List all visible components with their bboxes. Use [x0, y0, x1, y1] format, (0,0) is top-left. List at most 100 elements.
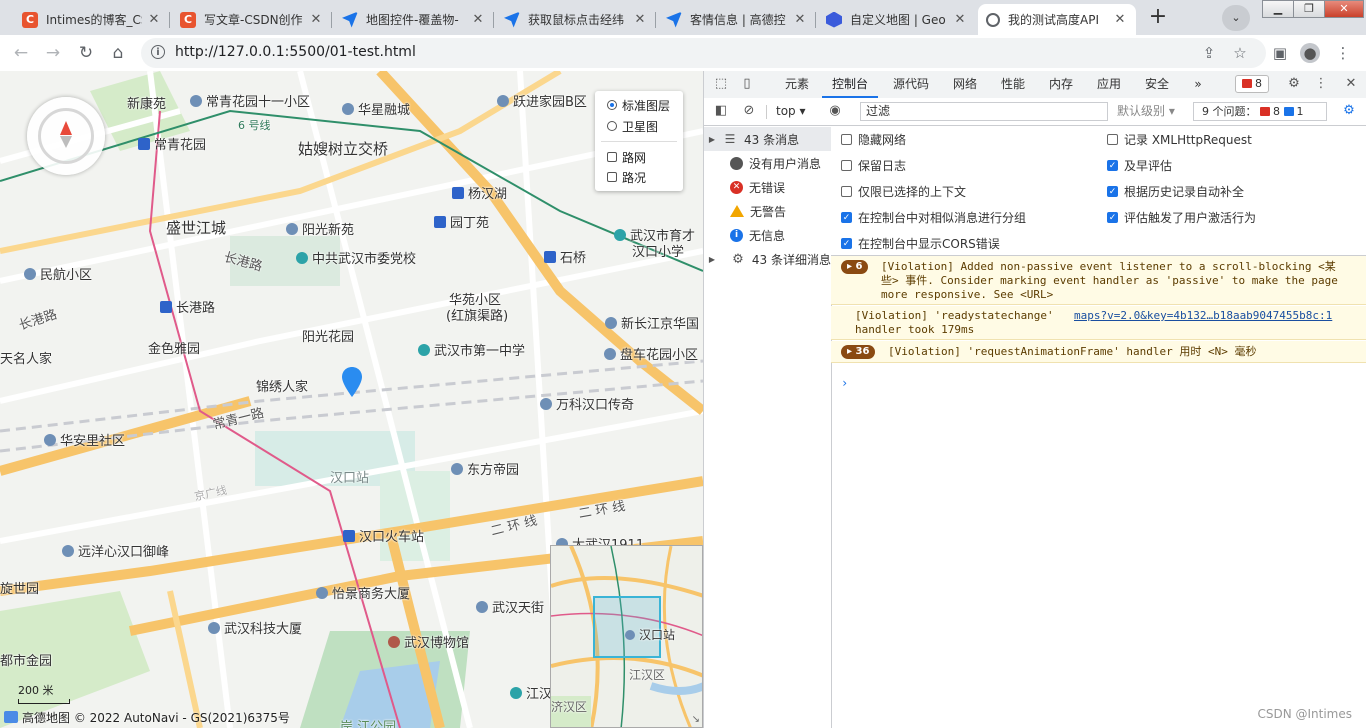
settings-gear-icon[interactable]: ⚙ — [1285, 75, 1303, 93]
checkbox-checked-icon[interactable]: ✓ — [1107, 160, 1118, 171]
sidebar-item-info[interactable]: i 无信息 — [704, 223, 831, 247]
tab-search-button[interactable]: ⌄ — [1222, 5, 1250, 31]
standard-layer-radio[interactable]: 标准图层 — [607, 96, 670, 114]
more-tabs-button[interactable]: » — [1188, 71, 1208, 98]
close-tab-icon[interactable]: ✕ — [792, 12, 808, 27]
device-toolbar-icon[interactable]: ▯ — [738, 75, 756, 93]
inspect-element-icon[interactable]: ⬚ — [712, 75, 730, 93]
devtools-tab-network[interactable]: 网络 — [942, 71, 988, 98]
autocomplete-history-checkbox[interactable]: ✓ 根据历史记录自动补全 — [1107, 183, 1244, 200]
home-icon[interactable]: ⌂ — [106, 41, 130, 65]
devtools-tab-console[interactable]: 控制台 — [822, 71, 878, 98]
radio-icon[interactable] — [607, 100, 617, 110]
browser-tab[interactable]: 地图控件-覆盖物- ✕ — [334, 4, 494, 35]
traffic-checkbox[interactable]: 路况 — [607, 168, 646, 186]
log-levels-dropdown[interactable]: 默认级别 ▾ — [1117, 102, 1175, 121]
close-tab-icon[interactable]: ✕ — [308, 12, 324, 27]
sidebar-item-user-messages[interactable]: 没有用户消息 — [704, 151, 831, 175]
hide-network-checkbox[interactable]: 隐藏网络 — [841, 131, 906, 148]
back-icon[interactable]: ← — [9, 41, 33, 65]
checkbox-icon[interactable] — [841, 186, 852, 197]
map-marker-icon[interactable] — [342, 367, 362, 397]
devtools-tab-elements[interactable]: 元素 — [774, 71, 820, 98]
selected-context-checkbox[interactable]: 仅限已选择的上下文 — [841, 183, 966, 200]
toggle-sidebar-icon[interactable]: ◧ — [712, 102, 730, 120]
console-settings-icon[interactable]: ⚙ — [1340, 102, 1358, 120]
console-message-warning[interactable]: ▸ 36 [Violation] 'requestAnimationFrame'… — [831, 341, 1366, 363]
checkbox-checked-icon[interactable]: ✓ — [1107, 186, 1118, 197]
console-message-warning[interactable]: [Violation] 'readystatechange' maps?v=2.… — [831, 306, 1366, 340]
checkbox-icon[interactable] — [841, 160, 852, 171]
close-tab-icon[interactable]: ✕ — [146, 12, 162, 27]
eval-user-activation-checkbox[interactable]: ✓ 评估触发了用户激活行为 — [1107, 209, 1256, 226]
resize-handle-icon[interactable]: ↘ — [692, 714, 700, 725]
devtools-tab-memory[interactable]: 内存 — [1038, 71, 1084, 98]
group-similar-checkbox[interactable]: ✓ 在控制台中对相似消息进行分组 — [841, 209, 1026, 226]
browser-tab[interactable]: C Intimes的博客_CS ✕ — [14, 4, 170, 35]
browser-menu-icon[interactable]: ⋮ — [1333, 43, 1353, 63]
preserve-log-checkbox[interactable]: 保留日志 — [841, 157, 906, 174]
devtools-tab-application[interactable]: 应用 — [1086, 71, 1132, 98]
browser-tab[interactable]: C 写文章-CSDN创作 ✕ — [172, 4, 332, 35]
forward-icon[interactable]: → — [41, 41, 65, 65]
radio-icon[interactable] — [607, 121, 617, 131]
reload-icon[interactable]: ↻ — [74, 41, 98, 65]
roadnet-checkbox[interactable]: 路网 — [607, 148, 646, 166]
close-tab-icon[interactable]: ✕ — [470, 12, 486, 27]
checkbox-icon[interactable] — [607, 172, 617, 182]
log-xhr-checkbox[interactable]: 记录 XMLHttpRequest — [1107, 131, 1252, 148]
satellite-layer-radio[interactable]: 卫星图 — [607, 117, 658, 135]
close-tab-icon[interactable]: ✕ — [952, 12, 968, 27]
compass-control[interactable] — [27, 97, 105, 175]
new-tab-button[interactable]: + — [1144, 5, 1172, 31]
error-count-badge[interactable]: 8 — [1235, 75, 1269, 93]
checkbox-icon[interactable] — [1107, 134, 1118, 145]
sidebar-item-errors[interactable]: ✕ 无错误 — [704, 175, 831, 199]
console-prompt[interactable]: › — [841, 376, 848, 390]
checkbox-icon[interactable] — [841, 134, 852, 145]
devtools-menu-icon[interactable]: ⋮ — [1312, 75, 1330, 93]
map-container[interactable]: 新康苑 常青花园十一小区 华星融城 跃进家园B区 6 号线 常青花园 姑嫂树立交… — [0, 71, 703, 728]
checkbox-icon[interactable] — [607, 152, 617, 162]
browser-tab-active[interactable]: 我的测试高度API ✕ — [978, 4, 1136, 35]
close-devtools-icon[interactable]: ✕ — [1342, 75, 1360, 93]
maximize-button[interactable]: ❐ — [1293, 0, 1325, 18]
issues-counter[interactable]: 9 个问题： 8 1 — [1193, 102, 1327, 121]
side-panel-icon[interactable]: ▣ — [1270, 43, 1290, 63]
amap-logo-icon — [4, 711, 18, 723]
browser-tab[interactable]: 自定义地图 | Geo ✕ — [818, 4, 976, 35]
browser-tab[interactable]: 获取鼠标点击经纬 ✕ — [496, 4, 656, 35]
close-tab-icon[interactable]: ✕ — [1112, 12, 1128, 27]
checkbox-checked-icon[interactable]: ✓ — [1107, 212, 1118, 223]
overview-map[interactable]: 汉口站 江汉区 济汉区 ↘ — [550, 545, 703, 728]
eager-eval-checkbox[interactable]: ✓ 及早评估 — [1107, 157, 1172, 174]
cors-errors-checkbox[interactable]: ✓ 在控制台中显示CORS错误 — [841, 235, 1000, 252]
expand-arrow-icon[interactable]: ▶ — [704, 255, 720, 264]
devtools-tab-security[interactable]: 安全 — [1134, 71, 1180, 98]
checkbox-checked-icon[interactable]: ✓ — [841, 238, 852, 249]
address-bar[interactable]: i http://127.0.0.1:5500/01-test.html — [141, 38, 1266, 68]
sidebar-item-verbose[interactable]: ▶ ⚙ 43 条详细消息 — [704, 247, 831, 271]
checkbox-checked-icon[interactable]: ✓ — [841, 212, 852, 223]
site-info-icon[interactable]: i — [151, 45, 165, 59]
browser-tab[interactable]: 客情信息 | 高德控 ✕ — [658, 4, 816, 35]
share-icon[interactable]: ⇪ — [1199, 43, 1219, 63]
console-message-warning[interactable]: ▸ 6 [Violation] Added non-passive event … — [831, 256, 1366, 305]
source-link[interactable]: maps?v=2.0&key=4b132…b18aab9047455b8c:1 — [1074, 309, 1332, 323]
north-arrow-icon[interactable] — [60, 121, 72, 135]
sidebar-item-warnings[interactable]: 无警告 — [704, 199, 831, 223]
context-selector[interactable]: top ▾ — [776, 102, 806, 121]
clear-console-icon[interactable]: ⊘ — [740, 102, 758, 120]
live-expression-eye-icon[interactable]: ◉ — [826, 102, 844, 120]
sidebar-item-messages[interactable]: ▶ ☰ 43 条消息 — [704, 127, 831, 151]
minimize-button[interactable]: ▁ — [1262, 0, 1294, 18]
bookmark-star-icon[interactable]: ☆ — [1230, 43, 1250, 63]
console-filter-input[interactable]: 过滤 — [860, 102, 1108, 121]
profile-avatar-icon[interactable]: ● — [1300, 43, 1320, 63]
devtools-tab-performance[interactable]: 性能 — [990, 71, 1036, 98]
expand-arrow-icon[interactable]: ▶ — [704, 135, 720, 144]
url-text[interactable]: http://127.0.0.1:5500/01-test.html — [175, 44, 416, 60]
devtools-tab-sources[interactable]: 源代码 — [882, 71, 940, 98]
close-tab-icon[interactable]: ✕ — [632, 12, 648, 27]
close-window-button[interactable]: ✕ — [1324, 0, 1364, 18]
